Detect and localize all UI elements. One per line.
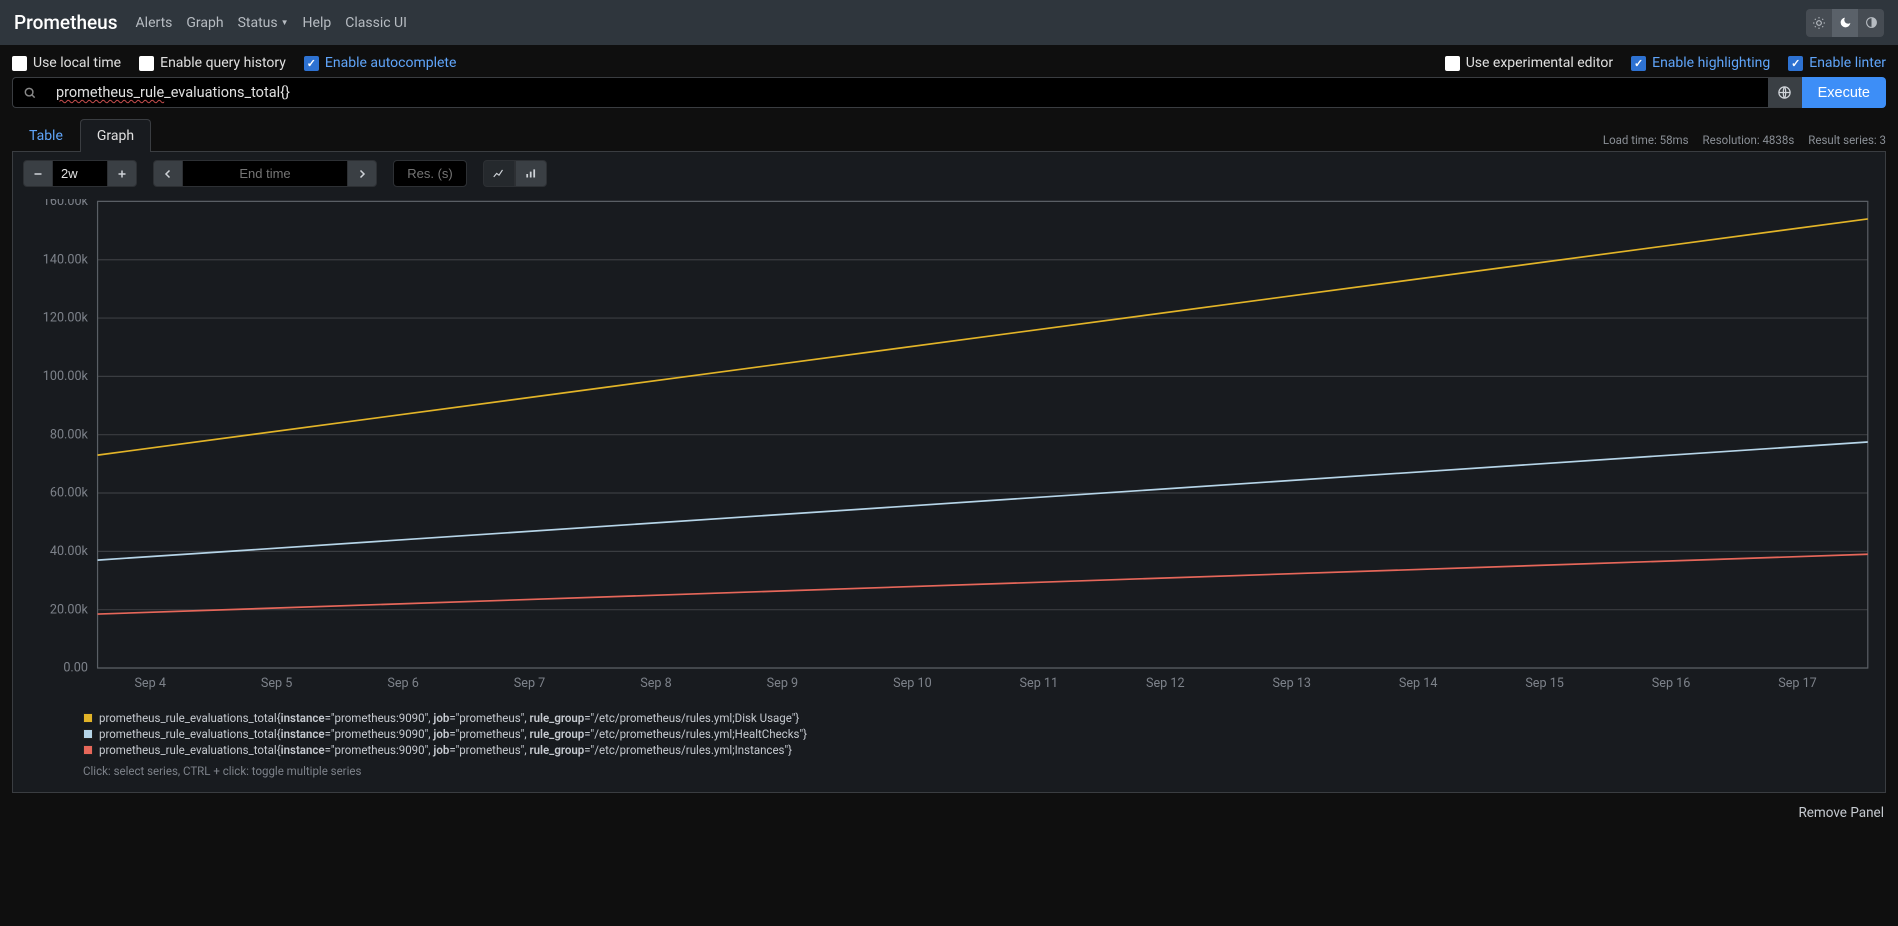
legend-item[interactable]: prometheus_rule_evaluations_total{instan… <box>83 726 1875 742</box>
svg-text:Sep 12: Sep 12 <box>1146 676 1185 691</box>
stacked-chart-button[interactable] <box>515 160 547 187</box>
execute-button[interactable]: Execute <box>1802 77 1886 108</box>
graph-panel: 0.00 20.00k 40.00k 60.00k 80.00k 100.00k 120.0… <box>12 151 1886 793</box>
svg-text:0.00: 0.00 <box>63 661 88 676</box>
legend-label: prometheus_rule_evaluations_total{instan… <box>99 727 807 741</box>
checkbox-icon[interactable]: ✓ <box>1631 56 1646 71</box>
legend-item[interactable]: prometheus_rule_evaluations_total{instan… <box>83 742 1875 758</box>
option-enable-linter[interactable]: ✓ Enable linter <box>1788 55 1886 71</box>
svg-text:Sep 9: Sep 9 <box>767 676 798 691</box>
meta-load-time: Load time: 58ms <box>1603 133 1689 147</box>
option-label: Enable linter <box>1809 55 1886 71</box>
end-time-input[interactable] <box>183 160 347 187</box>
tab-graph[interactable]: Graph <box>80 119 151 152</box>
svg-text:Sep 13: Sep 13 <box>1272 676 1311 691</box>
tabs-row: Table Graph Load time: 58ms Resolution: … <box>0 112 1898 151</box>
svg-text:Sep 4: Sep 4 <box>134 676 165 691</box>
range-group <box>23 160 137 187</box>
brand[interactable]: Prometheus <box>14 11 118 34</box>
nav-graph[interactable]: Graph <box>186 15 223 31</box>
option-label: Enable autocomplete <box>325 55 457 71</box>
option-use-experimental-editor[interactable]: Use experimental editor <box>1445 55 1613 71</box>
range-decrease-button[interactable] <box>23 160 53 187</box>
option-label: Use local time <box>33 55 121 71</box>
svg-text:Sep 7: Sep 7 <box>514 676 545 691</box>
time-back-button[interactable] <box>153 160 183 187</box>
chevron-down-icon: ▼ <box>281 18 289 27</box>
nav-alerts[interactable]: Alerts <box>136 15 173 31</box>
expression-input[interactable]: prometheus_rule_evaluations_total{} <box>46 77 1768 108</box>
meta-resolution: Resolution: 4838s <box>1703 133 1795 147</box>
option-use-local-time[interactable]: Use local time <box>12 55 121 71</box>
query-meta: Load time: 58ms Resolution: 4838s Result… <box>1603 133 1886 151</box>
nav-links: Alerts Graph Status▼ Help Classic UI <box>136 15 407 31</box>
legend-label: prometheus_rule_evaluations_total{instan… <box>99 711 799 725</box>
nav-help[interactable]: Help <box>303 15 332 31</box>
legend-label: prometheus_rule_evaluations_total{instan… <box>99 743 792 757</box>
option-enable-autocomplete[interactable]: ✓ Enable autocomplete <box>304 55 457 71</box>
query-bar: prometheus_rule_evaluations_total{} Exec… <box>0 77 1898 112</box>
time-forward-button[interactable] <box>347 160 377 187</box>
nav-classic-ui[interactable]: Classic UI <box>345 15 407 31</box>
legend: prometheus_rule_evaluations_total{instan… <box>83 710 1875 778</box>
checkbox-icon[interactable]: ✓ <box>304 56 319 71</box>
svg-text:160.00k: 160.00k <box>43 199 89 209</box>
svg-text:Sep 8: Sep 8 <box>640 676 671 691</box>
svg-text:Sep 10: Sep 10 <box>893 676 932 691</box>
svg-text:80.00k: 80.00k <box>50 427 89 442</box>
svg-text:20.00k: 20.00k <box>50 602 89 617</box>
tab-table[interactable]: Table <box>12 119 80 152</box>
legend-swatch-icon <box>83 745 93 755</box>
legend-swatch-icon <box>83 729 93 739</box>
checkbox-icon[interactable] <box>12 56 27 71</box>
theme-auto-button[interactable] <box>1858 9 1884 37</box>
remove-panel-link[interactable]: Remove Panel <box>1798 805 1884 821</box>
svg-text:Sep 6: Sep 6 <box>387 676 418 691</box>
legend-swatch-icon <box>83 713 93 723</box>
svg-text:40.00k: 40.00k <box>50 544 89 559</box>
remove-panel: Remove Panel <box>0 801 1898 831</box>
graph-controls <box>23 160 1875 187</box>
theme-light-button[interactable] <box>1806 9 1832 37</box>
endtime-group <box>153 160 377 187</box>
option-label: Enable highlighting <box>1652 55 1770 71</box>
checkbox-icon[interactable]: ✓ <box>1788 56 1803 71</box>
options-row: Use local time Enable query history ✓ Enabl… <box>0 45 1898 77</box>
legend-item[interactable]: prometheus_rule_evaluations_total{instan… <box>83 710 1875 726</box>
option-label: Enable query history <box>160 55 286 71</box>
navbar: Prometheus Alerts Graph Status▼ Help Cla… <box>0 0 1898 45</box>
svg-text:Sep 17: Sep 17 <box>1778 676 1817 691</box>
nav-status[interactable]: Status▼ <box>238 15 289 31</box>
chart-mode-group <box>483 160 547 187</box>
option-enable-query-history[interactable]: Enable query history <box>139 55 286 71</box>
svg-text:Sep 14: Sep 14 <box>1399 676 1438 691</box>
svg-text:60.00k: 60.00k <box>50 486 89 501</box>
svg-text:100.00k: 100.00k <box>43 369 89 384</box>
svg-text:120.00k: 120.00k <box>43 311 89 326</box>
svg-text:Sep 15: Sep 15 <box>1525 676 1564 691</box>
range-increase-button[interactable] <box>107 160 137 187</box>
option-enable-highlighting[interactable]: ✓ Enable highlighting <box>1631 55 1770 71</box>
theme-toggle <box>1806 9 1884 37</box>
theme-dark-button[interactable] <box>1832 9 1858 37</box>
globe-button[interactable] <box>1768 77 1802 108</box>
option-label: Use experimental editor <box>1466 55 1613 71</box>
chart[interactable]: 0.00 20.00k 40.00k 60.00k 80.00k 100.00k 120.0… <box>23 199 1875 692</box>
svg-text:Sep 16: Sep 16 <box>1652 676 1691 691</box>
meta-result-series: Result series: 3 <box>1808 133 1886 147</box>
svg-text:Sep 5: Sep 5 <box>261 676 292 691</box>
svg-text:140.00k: 140.00k <box>43 252 89 267</box>
checkbox-icon[interactable] <box>1445 56 1460 71</box>
line-chart-button[interactable] <box>483 160 515 187</box>
search-icon <box>12 77 46 108</box>
resolution-input[interactable] <box>393 160 467 187</box>
range-input[interactable] <box>53 160 107 187</box>
svg-text:Sep 11: Sep 11 <box>1020 676 1059 691</box>
legend-hint: Click: select series, CTRL + click: togg… <box>83 764 1875 778</box>
checkbox-icon[interactable] <box>139 56 154 71</box>
